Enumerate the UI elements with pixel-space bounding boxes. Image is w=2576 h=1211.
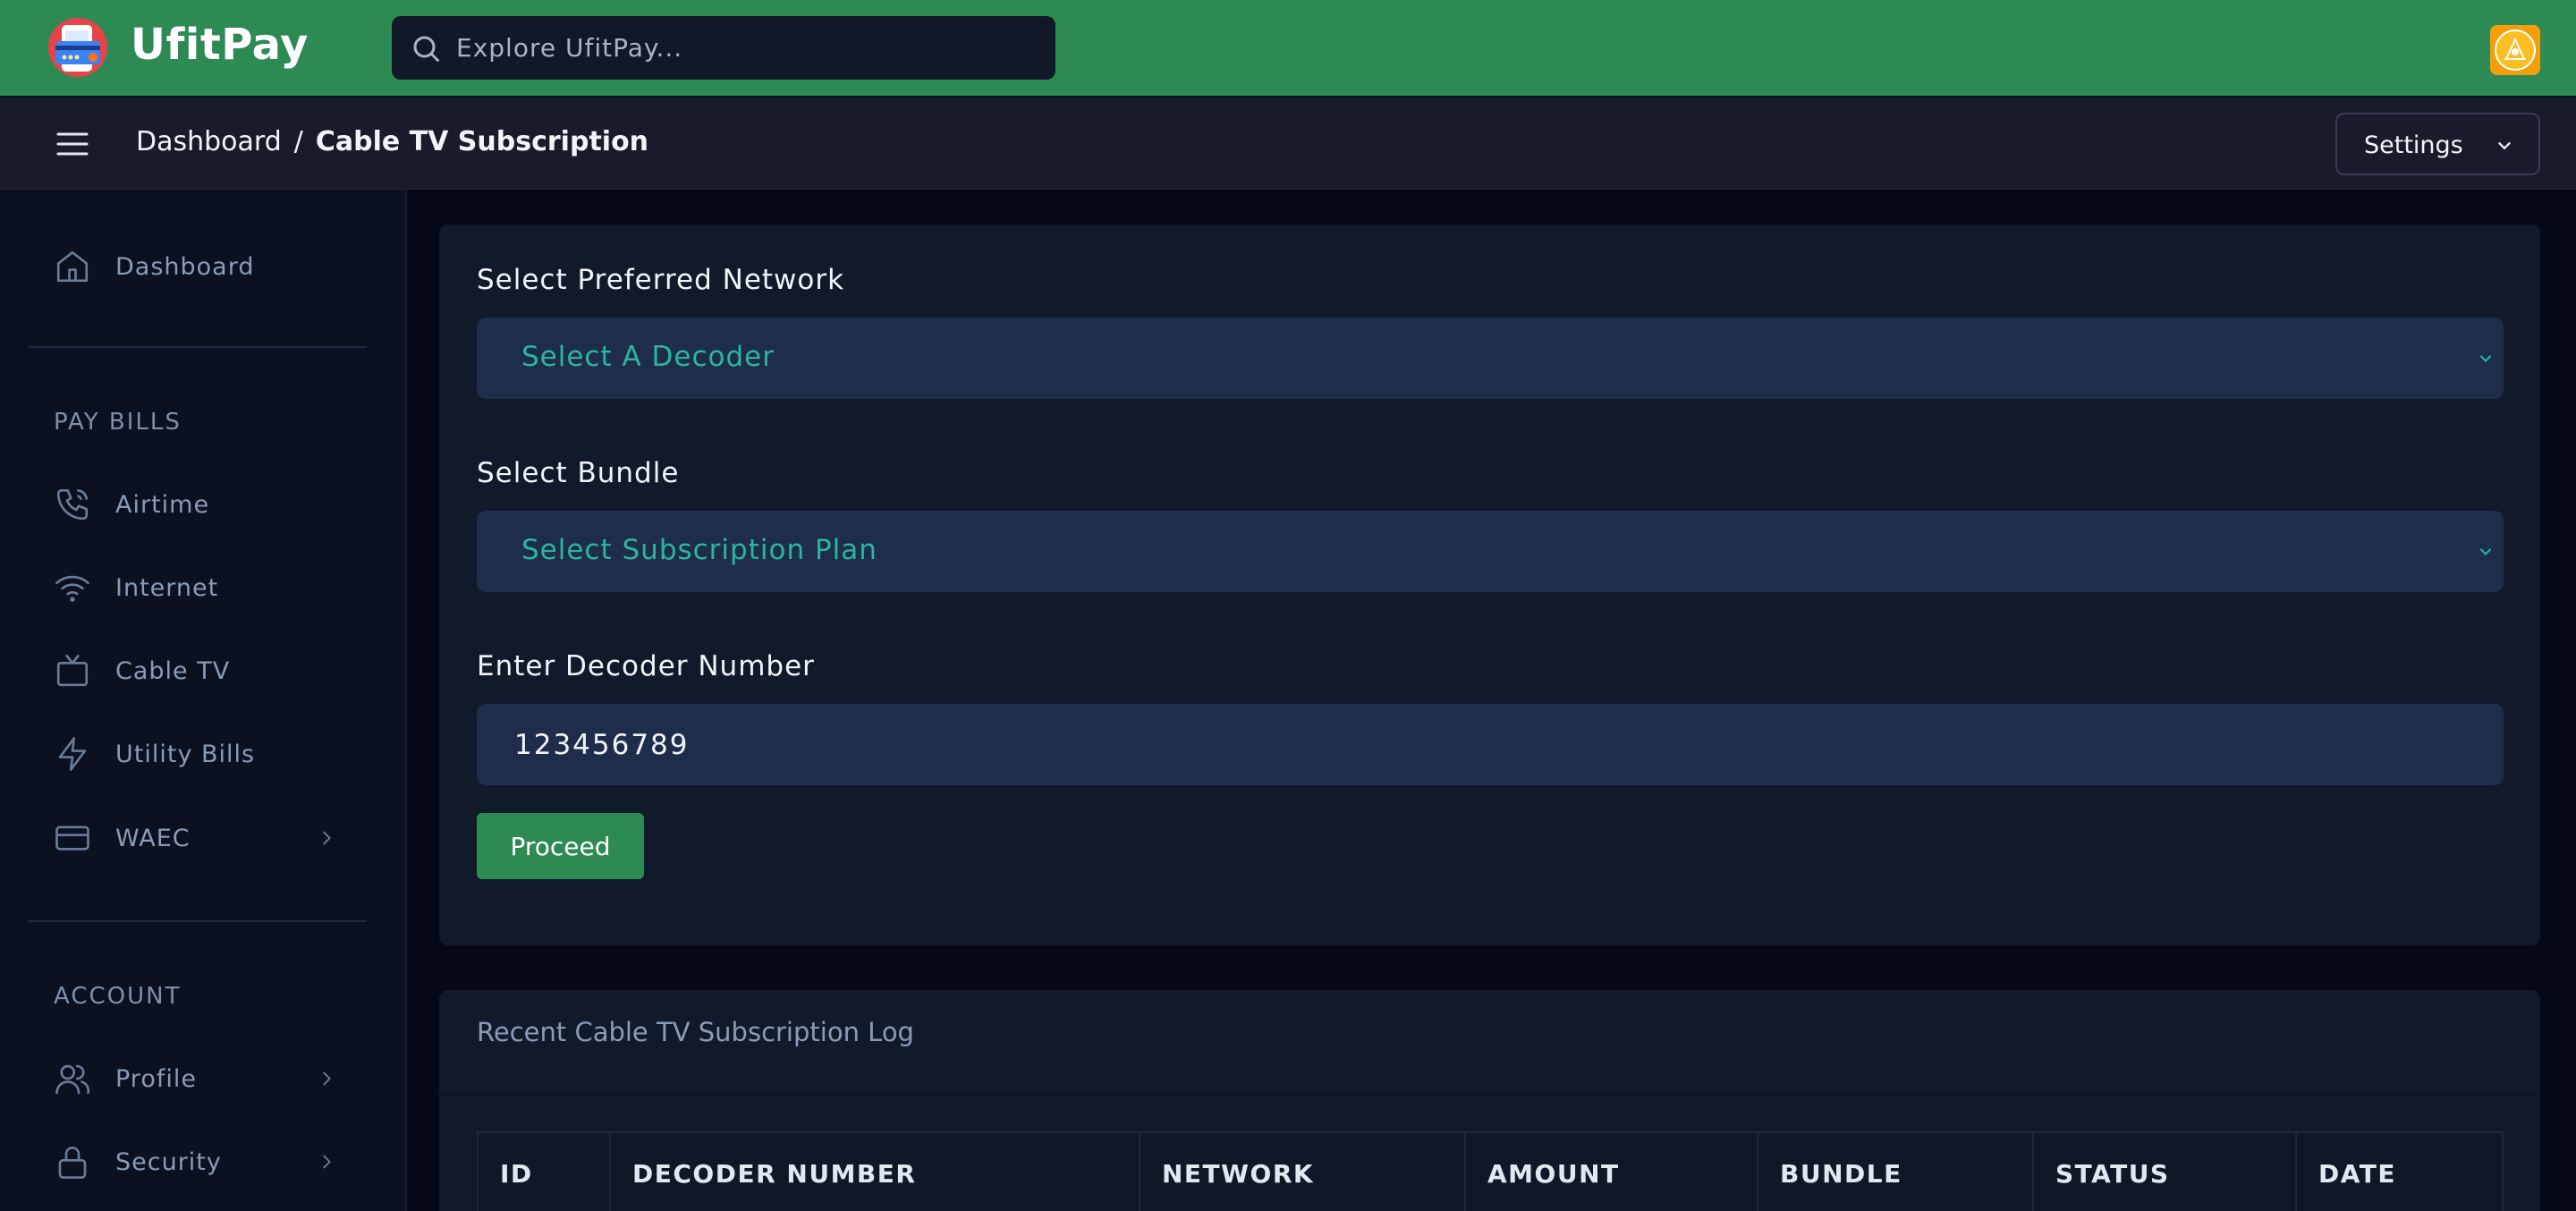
proceed-button[interactable]: Proceed (477, 813, 644, 879)
log-title: Recent Cable TV Subscription Log (477, 1017, 914, 1047)
ufitpay-logo-icon[interactable] (47, 16, 109, 79)
sidebar-item-label: Internet (115, 573, 219, 602)
chevron-down-icon (2479, 355, 2492, 362)
sidebar-divider (29, 346, 367, 348)
sidebar-item-security[interactable]: Security (50, 1135, 345, 1189)
sidebar-item-utility-bills[interactable]: Utility Bills (50, 727, 345, 781)
breadcrumb-separator: / (293, 126, 303, 157)
breadcrumb: Dashboard / Cable TV Subscription (136, 126, 648, 157)
sidebar-item-waec[interactable]: WAEC (50, 811, 345, 865)
wifi-icon (55, 575, 89, 602)
column-header-id[interactable]: ID (479, 1133, 611, 1211)
decoder-select[interactable]: Select A Decoder (477, 318, 2504, 399)
search-icon (413, 36, 439, 62)
sidebar-item-label: Airtime (115, 490, 210, 519)
sidebar-item-dashboard[interactable]: Dashboard (50, 240, 345, 293)
subscription-log-table: ID DECODER NUMBER NETWORK AMOUNT BUNDLE … (477, 1131, 2504, 1211)
sidebar-divider (29, 920, 367, 922)
bolt-icon (58, 737, 87, 771)
decoder-number-input[interactable] (514, 704, 2464, 785)
subscription-plan-select[interactable]: Select Subscription Plan (477, 511, 2504, 592)
chevron-down-icon (2498, 142, 2511, 150)
breadcrumb-current: Cable TV Subscription (315, 126, 649, 157)
bundle-label: Select Bundle (477, 457, 680, 489)
subscription-log-card: Recent Cable TV Subscription Log ID DECO… (439, 990, 2540, 1211)
sidebar-item-internet[interactable]: Internet (50, 561, 345, 614)
cable-tv-form-card: Select Preferred Network Select A Decode… (439, 224, 2540, 945)
lock-icon (58, 1146, 87, 1179)
user-avatar-icon (2490, 25, 2540, 75)
top-bar: UfitPay (0, 0, 2576, 96)
network-label: Select Preferred Network (477, 264, 845, 296)
decoder-select-value: Select A Decoder (521, 341, 775, 373)
column-header-decoder-number[interactable]: DECODER NUMBER (611, 1133, 1140, 1211)
subscription-plan-value: Select Subscription Plan (521, 534, 877, 566)
card-icon (55, 826, 89, 851)
decoder-number-label: Enter Decoder Number (477, 650, 815, 682)
decoder-number-field[interactable] (477, 704, 2504, 785)
settings-label: Settings (2364, 131, 2463, 159)
users-icon (55, 1064, 90, 1095)
column-header-status[interactable]: STATUS (2034, 1133, 2297, 1211)
chevron-right-icon (323, 831, 331, 845)
chevron-right-icon (323, 1071, 331, 1086)
menu-icon[interactable] (55, 130, 89, 158)
sidebar-item-profile[interactable]: Profile (50, 1052, 345, 1105)
sidebar: Dashboard PAY BILLS Airtime Internet Cab… (0, 190, 407, 1211)
breadcrumb-dashboard[interactable]: Dashboard (136, 126, 282, 157)
section-title-account: ACCOUNT (54, 983, 182, 1010)
sidebar-item-label: Security (115, 1147, 222, 1176)
column-header-network[interactable]: NETWORK (1140, 1133, 1466, 1211)
phone-icon (56, 488, 89, 521)
chevron-right-icon (323, 1155, 331, 1169)
section-title-pay-bills: PAY BILLS (54, 409, 182, 436)
column-header-bundle[interactable]: BUNDLE (1758, 1133, 2034, 1211)
sub-header: Dashboard / Cable TV Subscription Settin… (0, 96, 2576, 190)
tv-icon (56, 654, 89, 687)
sidebar-item-label: WAEC (115, 824, 191, 852)
search-bar[interactable] (392, 16, 1055, 80)
sidebar-item-label: Dashboard (115, 252, 255, 281)
sidebar-item-cable-tv[interactable]: Cable TV (50, 644, 345, 698)
sidebar-item-label: Profile (115, 1064, 197, 1093)
brand-name[interactable]: UfitPay (131, 20, 309, 70)
sidebar-item-label: Utility Bills (115, 740, 256, 768)
avatar[interactable] (2490, 25, 2540, 75)
chevron-down-icon (2479, 548, 2492, 555)
column-header-date[interactable]: DATE (2297, 1133, 2502, 1211)
sidebar-item-label: Cable TV (115, 656, 231, 685)
search-input[interactable] (456, 16, 1029, 80)
settings-dropdown[interactable]: Settings (2335, 113, 2540, 175)
log-divider (439, 1094, 2540, 1096)
column-header-amount[interactable]: AMOUNT (1466, 1133, 1758, 1211)
sidebar-item-airtime[interactable]: Airtime (50, 478, 345, 531)
home-icon (56, 250, 89, 283)
